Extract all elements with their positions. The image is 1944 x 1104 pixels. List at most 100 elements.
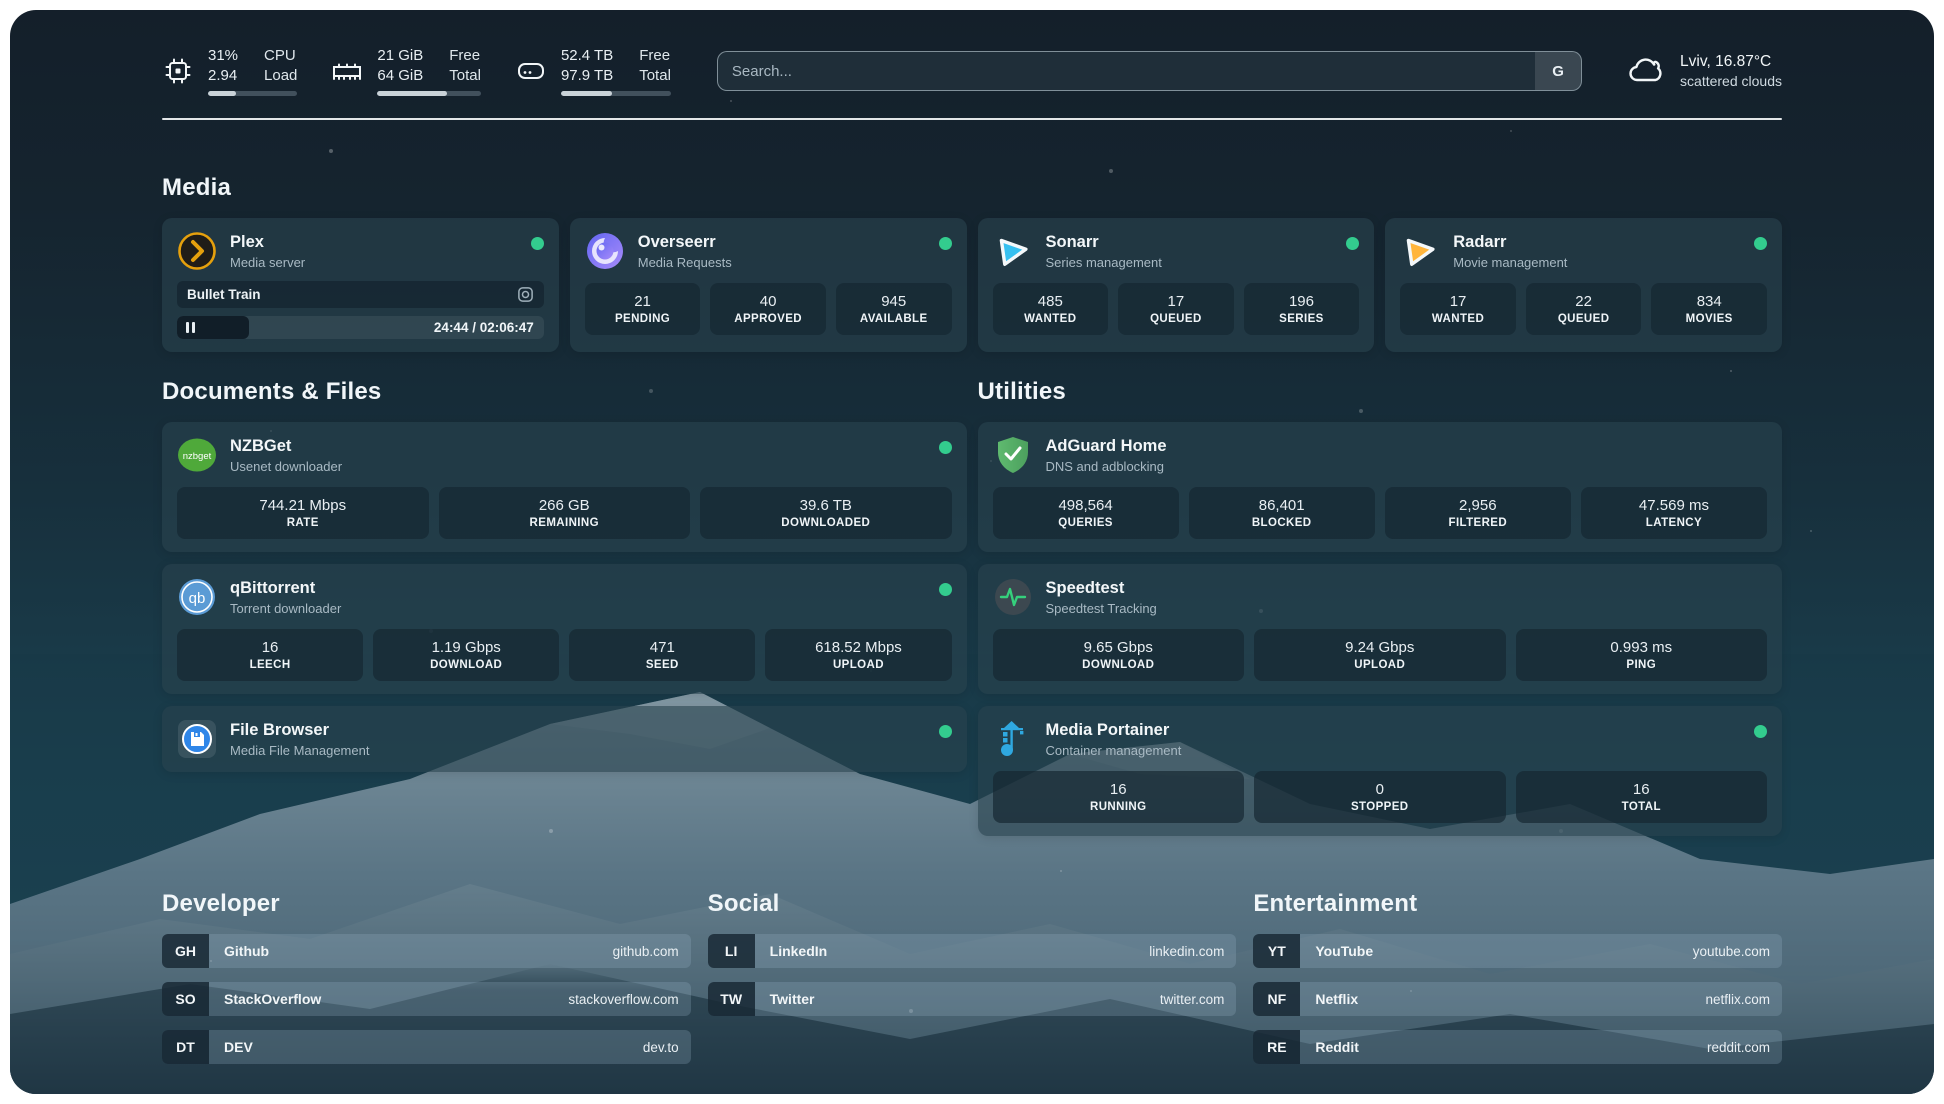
radarr-card: Radarr Movie management 17WANTED 22QUEUE… [1385,218,1782,352]
memory-stat: 21 GiB 64 GiB Free Total [331,46,481,96]
search-input[interactable] [718,52,1535,90]
plex-status-dot [531,237,544,250]
nzbget-name: NZBGet [230,436,342,457]
qbittorrent-stat-seed: 471SEED [569,629,755,681]
link-twitter[interactable]: TW Twitter twitter.com [708,982,1237,1016]
qbittorrent-card: qb qBittorrent Torrent downloader 16LEEC… [162,564,967,694]
link-netflix[interactable]: NF Netflix netflix.com [1253,982,1782,1016]
speedtest-stat-download: 9.65 GbpsDOWNLOAD [993,629,1245,681]
section-title-social: Social [708,890,1237,918]
speedtest-subtitle: Speedtest Tracking [1046,601,1157,617]
nzbget-stat-rate: 744.21 MbpsRATE [177,487,429,539]
cpu-load-label: Load [264,66,297,86]
overseerr-stat-approved: 40APPROVED [710,283,826,335]
radarr-icon[interactable] [1400,231,1440,271]
link-github[interactable]: GH Github github.com [162,934,691,968]
stackoverflow-abbr: SO [162,982,209,1016]
qbittorrent-icon[interactable]: qb [177,577,217,617]
filebrowser-card: File Browser Media File Management [162,706,967,772]
media-grid: Plex Media server Bullet Train 24:44 / 0… [162,218,1782,352]
speedtest-card: Speedtest Speedtest Tracking 9.65 GbpsDO… [978,564,1783,694]
cpu-progress-bar [208,91,297,96]
section-title-media: Media [162,174,1782,202]
weather-condition: scattered clouds [1680,72,1782,90]
cpu-icon [162,55,194,87]
sonarr-stat-queued: 17QUEUED [1118,283,1234,335]
cpu-value: 31% [208,46,238,66]
adguard-subtitle: DNS and adblocking [1046,459,1167,475]
overseerr-status-dot [939,237,952,250]
pause-icon[interactable] [186,322,195,333]
system-stats: 31% 2.94 CPU Load [162,46,671,96]
radarr-stat-movies: 834MOVIES [1651,283,1767,335]
sonarr-stat-wanted: 485WANTED [993,283,1109,335]
section-title-entertainment: Entertainment [1253,890,1782,918]
ram-free-value: 21 GiB [377,46,423,66]
youtube-abbr: YT [1253,934,1300,968]
sonarr-stat-series: 196SERIES [1244,283,1360,335]
speedtest-name: Speedtest [1046,578,1157,599]
portainer-icon[interactable] [993,719,1033,759]
link-linkedin[interactable]: LI LinkedIn linkedin.com [708,934,1237,968]
overseerr-stat-pending: 21PENDING [585,283,701,335]
adguard-stat-filtered: 2,956FILTERED [1385,487,1571,539]
now-playing-title: Bullet Train [187,287,261,302]
ram-total-label: Total [449,66,481,86]
netflix-abbr: NF [1253,982,1300,1016]
speedtest-stat-upload: 9.24 GbpsUPLOAD [1254,629,1506,681]
dashboard: 31% 2.94 CPU Load [10,10,1934,1094]
qbittorrent-stat-upload: 618.52 MbpsUPLOAD [765,629,951,681]
cpu-stat: 31% 2.94 CPU Load [162,46,297,96]
sonarr-card: Sonarr Series management 485WANTED 17QUE… [978,218,1375,352]
nzbget-subtitle: Usenet downloader [230,459,342,475]
playback-time: 24:44 / 02:06:47 [434,316,534,339]
radarr-name: Radarr [1453,232,1567,253]
radarr-subtitle: Movie management [1453,255,1567,271]
svg-text:qb: qb [189,590,206,607]
overseerr-icon[interactable] [585,231,625,271]
filebrowser-name: File Browser [230,720,369,741]
cpu-label: CPU [264,46,297,66]
filebrowser-status-dot [939,725,952,738]
link-stackoverflow[interactable]: SO StackOverflow stackoverflow.com [162,982,691,1016]
plex-progress-fill [177,316,249,339]
radarr-stat-queued: 22QUEUED [1526,283,1642,335]
sonarr-name: Sonarr [1046,232,1162,253]
speedtest-icon[interactable] [993,577,1033,617]
qbittorrent-status-dot [939,583,952,596]
disk-stat: 52.4 TB 97.9 TB Free Total [515,46,671,96]
portainer-status-dot [1754,725,1767,738]
link-dev[interactable]: DT DEV dev.to [162,1030,691,1064]
ram-free-label: Free [449,46,481,66]
portainer-stat-total: 16TOTAL [1516,771,1768,823]
plex-icon[interactable] [177,231,217,271]
qbittorrent-name: qBittorrent [230,578,341,599]
adguard-stat-queries: 498,564QUERIES [993,487,1179,539]
search-engine-button[interactable]: G [1535,52,1581,90]
overseerr-card: Overseerr Media Requests 21PENDING 40APP… [570,218,967,352]
nzbget-stat-downloaded: 39.6 TBDOWNLOADED [700,487,952,539]
link-reddit[interactable]: RE Reddit reddit.com [1253,1030,1782,1064]
portainer-subtitle: Container management [1046,743,1182,759]
reddit-abbr: RE [1253,1030,1300,1064]
plex-card: Plex Media server Bullet Train 24:44 / 0… [162,218,559,352]
filebrowser-icon[interactable] [177,719,217,759]
weather-widget[interactable]: Lviv, 16.87°C scattered clouds [1626,51,1782,91]
nzbget-icon[interactable]: nzbget [177,435,217,475]
linkedin-abbr: LI [708,934,755,968]
github-abbr: GH [162,934,209,968]
radarr-status-dot [1754,237,1767,250]
section-title-documents: Documents & Files [162,378,967,406]
link-youtube[interactable]: YT YouTube youtube.com [1253,934,1782,968]
portainer-name: Media Portainer [1046,720,1182,741]
disk-icon [515,55,547,87]
disk-progress-bar [561,91,671,96]
disk-free-label: Free [639,46,671,66]
weather-location-temp: Lviv, 16.87°C [1680,52,1782,72]
plex-progress-track[interactable]: 24:44 / 02:06:47 [177,316,544,339]
search-bar: G [717,51,1582,91]
adguard-icon[interactable] [993,435,1033,475]
sonarr-icon[interactable] [993,231,1033,271]
plex-subtitle: Media server [230,255,305,271]
now-playing-icon [517,286,534,303]
